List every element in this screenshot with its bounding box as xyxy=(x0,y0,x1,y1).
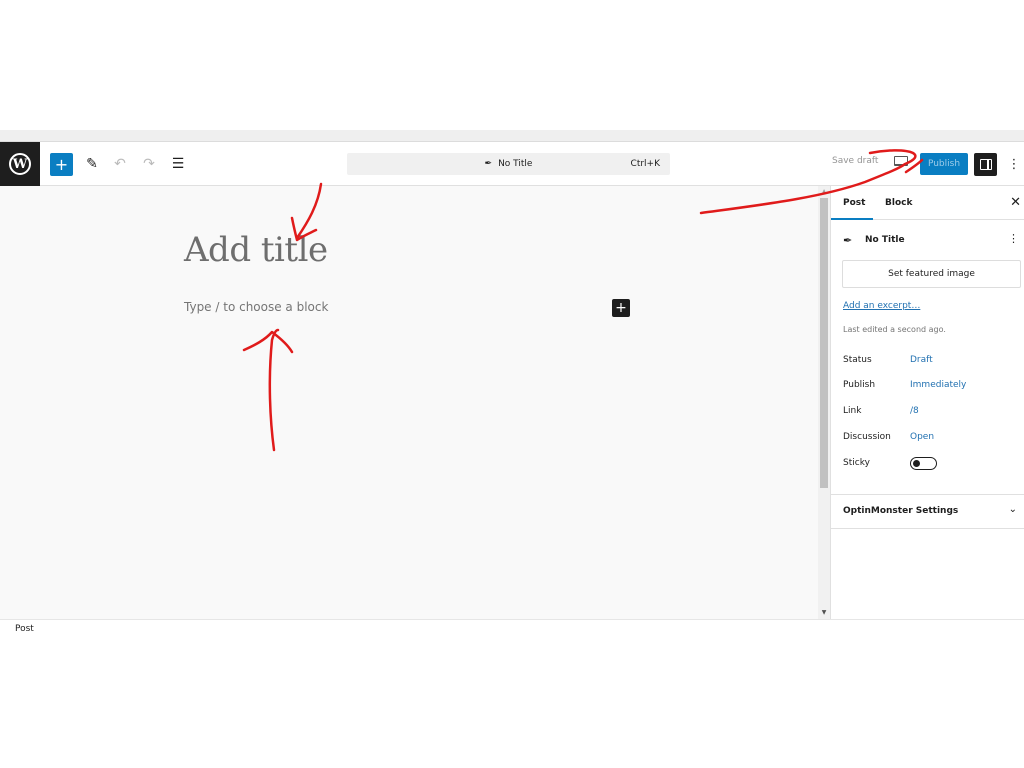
active-tab-indicator xyxy=(831,218,873,220)
link-label: Link xyxy=(843,406,862,416)
command-palette-bar[interactable]: ✒ No Title Ctrl+K xyxy=(347,153,670,175)
canvas-scrollbar[interactable]: ▲ ▼ xyxy=(818,186,830,619)
optinmonster-label: OptinMonster Settings xyxy=(843,506,959,516)
document-outline-icon[interactable]: ☰ xyxy=(166,152,190,176)
discussion-value[interactable]: Open xyxy=(910,432,934,442)
publish-row: Publish Immediately xyxy=(843,380,1019,394)
blank-area xyxy=(0,0,1024,130)
publish-label: Publish xyxy=(843,380,876,390)
document-title-label: No Title xyxy=(498,159,533,169)
shortcut-hint: Ctrl+K xyxy=(630,159,660,169)
chevron-down-icon: ⌄ xyxy=(1008,504,1017,515)
sidebar-panel-icon xyxy=(979,159,992,170)
publish-button[interactable]: Publish xyxy=(920,153,968,175)
link-value[interactable]: /8 xyxy=(910,406,919,416)
link-row: Link /8 xyxy=(843,406,1019,420)
save-draft-button[interactable]: Save draft xyxy=(832,156,878,166)
sidebar-tabs: Post Block ✕ xyxy=(831,186,1024,220)
feather-icon: ✒ xyxy=(843,233,853,247)
post-summary-title: No Title xyxy=(865,235,905,245)
last-edited-text: Last edited a second ago. xyxy=(843,325,946,334)
tab-post[interactable]: Post xyxy=(843,186,865,220)
more-options-icon[interactable]: ⋮ xyxy=(1008,154,1021,174)
breadcrumb-post[interactable]: Post xyxy=(15,624,34,634)
preview-device-icon[interactable] xyxy=(894,156,908,166)
settings-sidebar-toggle[interactable] xyxy=(974,153,997,176)
editor-footer: Post xyxy=(0,619,1024,639)
publish-value[interactable]: Immediately xyxy=(910,380,966,390)
status-label: Status xyxy=(843,355,872,365)
post-summary-row: ✒ No Title ⋮ xyxy=(843,232,1019,248)
editor-canvas: Add title Type / to choose a block + xyxy=(0,186,818,619)
inline-add-block-button[interactable]: + xyxy=(612,299,630,317)
scroll-up-arrow-icon[interactable]: ▲ xyxy=(818,188,830,196)
editor-header: W + ✎ ↶ ↷ ☰ ✒ No Title Ctrl+K Save draft… xyxy=(0,142,1024,186)
discussion-label: Discussion xyxy=(843,432,891,442)
scrollbar-thumb[interactable] xyxy=(820,198,828,488)
sticky-label: Sticky xyxy=(843,458,870,468)
set-featured-image-button[interactable]: Set featured image xyxy=(842,260,1021,288)
wordpress-logo-button[interactable]: W xyxy=(0,142,40,186)
browser-tab-strip xyxy=(0,130,1024,142)
panel-divider xyxy=(831,528,1024,529)
post-title-input[interactable]: Add title xyxy=(184,230,328,270)
status-row: Status Draft xyxy=(843,355,1019,369)
undo-icon[interactable]: ↶ xyxy=(108,152,132,176)
post-actions-icon[interactable]: ⋮ xyxy=(1008,232,1019,245)
toggle-knob xyxy=(913,459,920,467)
wordpress-logo-icon: W xyxy=(9,153,31,175)
redo-icon[interactable]: ↷ xyxy=(137,152,161,176)
scroll-down-arrow-icon[interactable]: ▼ xyxy=(818,609,830,617)
add-excerpt-link[interactable]: Add an excerpt… xyxy=(843,301,920,311)
tab-block[interactable]: Block xyxy=(885,186,912,220)
close-icon[interactable]: ✕ xyxy=(1010,195,1021,210)
discussion-row: Discussion Open xyxy=(843,432,1019,446)
sticky-toggle[interactable] xyxy=(910,457,937,470)
tools-pencil-icon[interactable]: ✎ xyxy=(80,152,104,176)
settings-sidebar: Post Block ✕ ✒ No Title ⋮ Set featured i… xyxy=(830,186,1024,619)
status-value[interactable]: Draft xyxy=(910,355,933,365)
optinmonster-settings-panel[interactable]: OptinMonster Settings ⌄ xyxy=(831,495,1024,529)
block-appender-placeholder[interactable]: Type / to choose a block xyxy=(184,300,328,314)
add-block-button[interactable]: + xyxy=(50,153,73,176)
feather-icon: ✒ xyxy=(484,159,493,169)
sticky-row: Sticky xyxy=(843,457,1019,472)
